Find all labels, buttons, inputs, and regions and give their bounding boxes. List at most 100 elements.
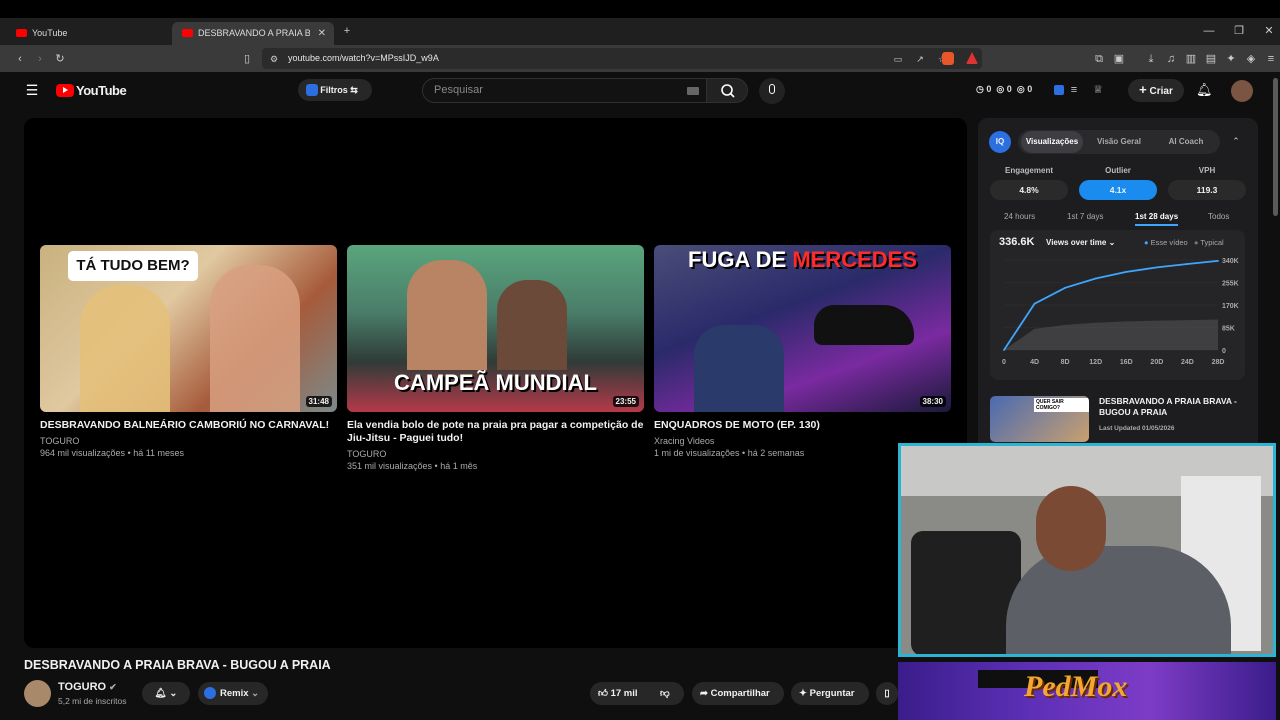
extensions-icon[interactable]: ⧉: [1092, 52, 1106, 66]
webcam-person-head: [1036, 486, 1106, 571]
video-title[interactable]: Ela vendia bolo de pote na praia pra pag…: [347, 419, 644, 445]
plus-icon: +: [1139, 82, 1147, 97]
avatar[interactable]: [1231, 80, 1253, 102]
video-thumbnail[interactable]: TÁ TUDO BEM? 31:48: [40, 245, 337, 412]
verified-icon: ✔: [109, 682, 117, 692]
tab-active-video[interactable]: DESBRAVANDO A PRAIA BRAVA ✕: [172, 22, 334, 45]
tab-youtube[interactable]: YouTube: [6, 22, 166, 45]
bookmark-icon[interactable]: ▯: [240, 52, 254, 66]
ask-button[interactable]: ✦ Perguntar: [791, 682, 869, 705]
subscription-bell-button[interactable]: 🔔︎ ⌄: [142, 682, 190, 705]
upnext-title[interactable]: DESBRAVANDO A PRAIA BRAVA - BUGOU A PRAI…: [1099, 396, 1249, 418]
youtube-favicon-icon: [16, 29, 27, 37]
related-video-card[interactable]: FUGA DE MERCEDES 38:30 ENQUADROS DE MOTO…: [654, 245, 951, 459]
new-tab-icon[interactable]: +: [340, 24, 354, 38]
downloads-icon[interactable]: ⤓: [1144, 52, 1158, 66]
notifications-bell-icon[interactable]: 🔔︎: [1196, 83, 1213, 97]
tab-visao-geral[interactable]: Visão Geral: [1088, 131, 1150, 153]
remix-label: Remix: [220, 688, 249, 699]
bell-icon: 🔔︎: [154, 688, 167, 699]
data-point: [1094, 277, 1097, 280]
back-icon[interactable]: ‹: [13, 52, 27, 66]
x-tick-label: 20D: [1150, 359, 1163, 366]
save-button[interactable]: ▯: [876, 682, 898, 705]
voice-search-button[interactable]: [759, 78, 785, 104]
stream-banner: PedMox: [898, 662, 1276, 720]
range-7d[interactable]: 1st 7 days: [1067, 212, 1103, 221]
channel-name[interactable]: TOGURO: [40, 435, 337, 447]
stat-label: VPH: [1198, 166, 1216, 175]
video-thumbnail[interactable]: CAMPEÃ MUNDIAL 23:55: [347, 245, 644, 412]
dislike-button[interactable]: 👎︎: [660, 682, 670, 705]
minimize-icon[interactable]: —: [1202, 24, 1216, 38]
youtube-logo[interactable]: YouTube: [56, 83, 127, 98]
share-page-icon[interactable]: ↗: [914, 52, 926, 66]
related-video-card[interactable]: CAMPEÃ MUNDIAL 23:55 Ela vendia bolo de …: [347, 245, 644, 472]
reload-icon[interactable]: ↻: [53, 52, 67, 66]
duration-badge: 38:30: [919, 396, 946, 407]
vidiq-tab-bar: Visualizações Visão Geral AI Coach: [1018, 130, 1220, 154]
search-input[interactable]: Pesquisar: [422, 78, 707, 103]
sidebar-icon[interactable]: ▥: [1184, 52, 1198, 66]
close-window-icon[interactable]: ✕: [1262, 24, 1276, 38]
caption-part: MERCEDES: [792, 247, 917, 272]
trophy-icon[interactable]: ♕: [1092, 83, 1104, 97]
list-icon[interactable]: ≡: [1068, 83, 1080, 97]
range-28d[interactable]: 1st 28 days: [1135, 212, 1179, 226]
remix-button[interactable]: Remix ⌄: [198, 682, 268, 705]
thumbnail-caption: FUGA DE MERCEDES: [654, 247, 951, 273]
wallet-extension-icon[interactable]: ▤: [1204, 52, 1218, 66]
data-point: [1155, 266, 1158, 269]
media-icon[interactable]: ♫: [1164, 52, 1178, 66]
y-tick-label: 0: [1222, 348, 1226, 355]
range-all[interactable]: Todos: [1208, 212, 1229, 221]
video-thumbnail[interactable]: FUGA DE MERCEDES 38:30: [654, 245, 951, 412]
like-button[interactable]: 👍︎ 17 mil: [598, 688, 638, 699]
browser-tab-bar: YouTube DESBRAVANDO A PRAIA BRAVA ✕ + — …: [0, 18, 1280, 45]
leo-ai-icon[interactable]: ✦: [1224, 52, 1238, 66]
keyboard-icon[interactable]: [687, 87, 699, 95]
share-button[interactable]: ➦ Compartilhar: [692, 682, 784, 705]
thumbnail-motorcycle: [694, 325, 784, 412]
restore-icon[interactable]: ❐: [1232, 24, 1246, 38]
wallet-icon[interactable]: ▣: [1112, 52, 1126, 66]
clock-icon: ◷: [976, 84, 984, 94]
vidiq-logo-icon[interactable]: [1054, 85, 1064, 95]
tab-visualizacoes[interactable]: Visualizações: [1021, 131, 1083, 153]
upnext-thumbnail[interactable]: QUER SAIR COMIGO?: [990, 396, 1089, 442]
search-button[interactable]: [706, 78, 748, 103]
create-button[interactable]: + Criar: [1128, 79, 1184, 102]
tab-ai-coach[interactable]: AI Coach: [1156, 131, 1216, 153]
data-point: [1217, 260, 1219, 262]
page-scrollbar[interactable]: [1273, 78, 1278, 216]
range-24h[interactable]: 24 hours: [1004, 212, 1035, 221]
video-title[interactable]: ENQUADROS DE MOTO (EP. 130): [654, 419, 951, 432]
channel-name[interactable]: TOGURO: [347, 448, 644, 460]
address-field[interactable]: ⚙ youtube.com/watch?v=MPssIJD_w9A ▭ ↗ ☆: [262, 48, 982, 69]
counter-value: 0: [1006, 84, 1012, 94]
vidiq-icon: [204, 687, 216, 699]
filters-button[interactable]: Filtros ⇆: [298, 79, 372, 101]
video-title[interactable]: DESBRAVANDO BALNEÁRIO CAMBORIÚ NO CARNAV…: [40, 419, 337, 432]
metric-select[interactable]: Views over time ⌄: [1046, 238, 1115, 247]
hamburger-menu-icon[interactable]: ☰: [24, 83, 40, 97]
brave-shield-icon[interactable]: [942, 52, 954, 65]
site-settings-icon[interactable]: ⚙: [268, 52, 280, 66]
save-icon: ▯: [884, 688, 890, 699]
thumbnail-figure: [210, 265, 300, 412]
related-video-card[interactable]: TÁ TUDO BEM? 31:48 DESBRAVANDO BALNEÁRIO…: [40, 245, 337, 459]
close-tab-icon[interactable]: ✕: [318, 22, 326, 45]
collapse-icon[interactable]: ⌃: [1230, 134, 1242, 148]
channel-avatar[interactable]: [24, 680, 51, 707]
menu-icon[interactable]: ≡: [1264, 52, 1278, 66]
vpn-icon[interactable]: ◈: [1244, 52, 1258, 66]
stat-label: Outlier: [1105, 166, 1131, 175]
forward-icon[interactable]: ›: [33, 52, 47, 66]
channel-name[interactable]: TOGURO ✔: [58, 681, 117, 693]
youtube-favicon-icon: [182, 29, 193, 37]
data-point: [1125, 271, 1128, 273]
subscriber-count: 5,2 mi de inscritos: [58, 696, 127, 706]
x-tick-label: 4D: [1030, 359, 1039, 366]
microphone-icon: [769, 84, 775, 94]
cast-icon[interactable]: ▭: [892, 52, 904, 66]
